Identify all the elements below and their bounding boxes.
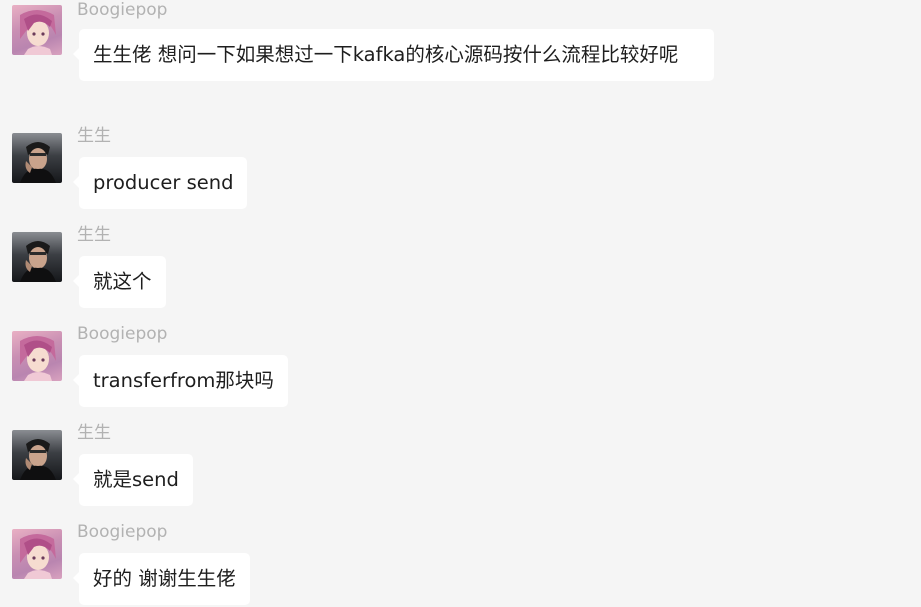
message-bubble[interactable]: 生生佬 想问一下如果想过一下kafka的核心源码按什么流程比较好呢: [73, 29, 714, 81]
message-bubble[interactable]: transferfrom那块吗: [73, 355, 288, 407]
avatar[interactable]: [12, 529, 62, 579]
message-bubble[interactable]: 好的 谢谢生生佬: [73, 553, 250, 605]
avatar[interactable]: [12, 133, 62, 183]
message-bubble[interactable]: 就是send: [73, 454, 193, 506]
message-bubble[interactable]: 就这个: [73, 256, 166, 308]
avatar[interactable]: [12, 430, 62, 480]
sender-name: Boogiepop: [77, 522, 168, 542]
sender-name: Boogiepop: [77, 324, 168, 344]
message-bubble[interactable]: producer send: [72, 157, 248, 209]
sender-name: 生生: [77, 423, 111, 443]
sender-name: 生生: [77, 126, 111, 146]
sender-name: Boogiepop: [77, 0, 168, 20]
avatar[interactable]: [12, 331, 62, 381]
avatar[interactable]: [12, 5, 62, 55]
chat-message-list[interactable]: Boogiepop 生生佬 想问一下如果想过一下kafka的核心源码按什么流程比…: [0, 0, 921, 607]
avatar[interactable]: [12, 232, 62, 282]
sender-name: 生生: [77, 225, 111, 245]
